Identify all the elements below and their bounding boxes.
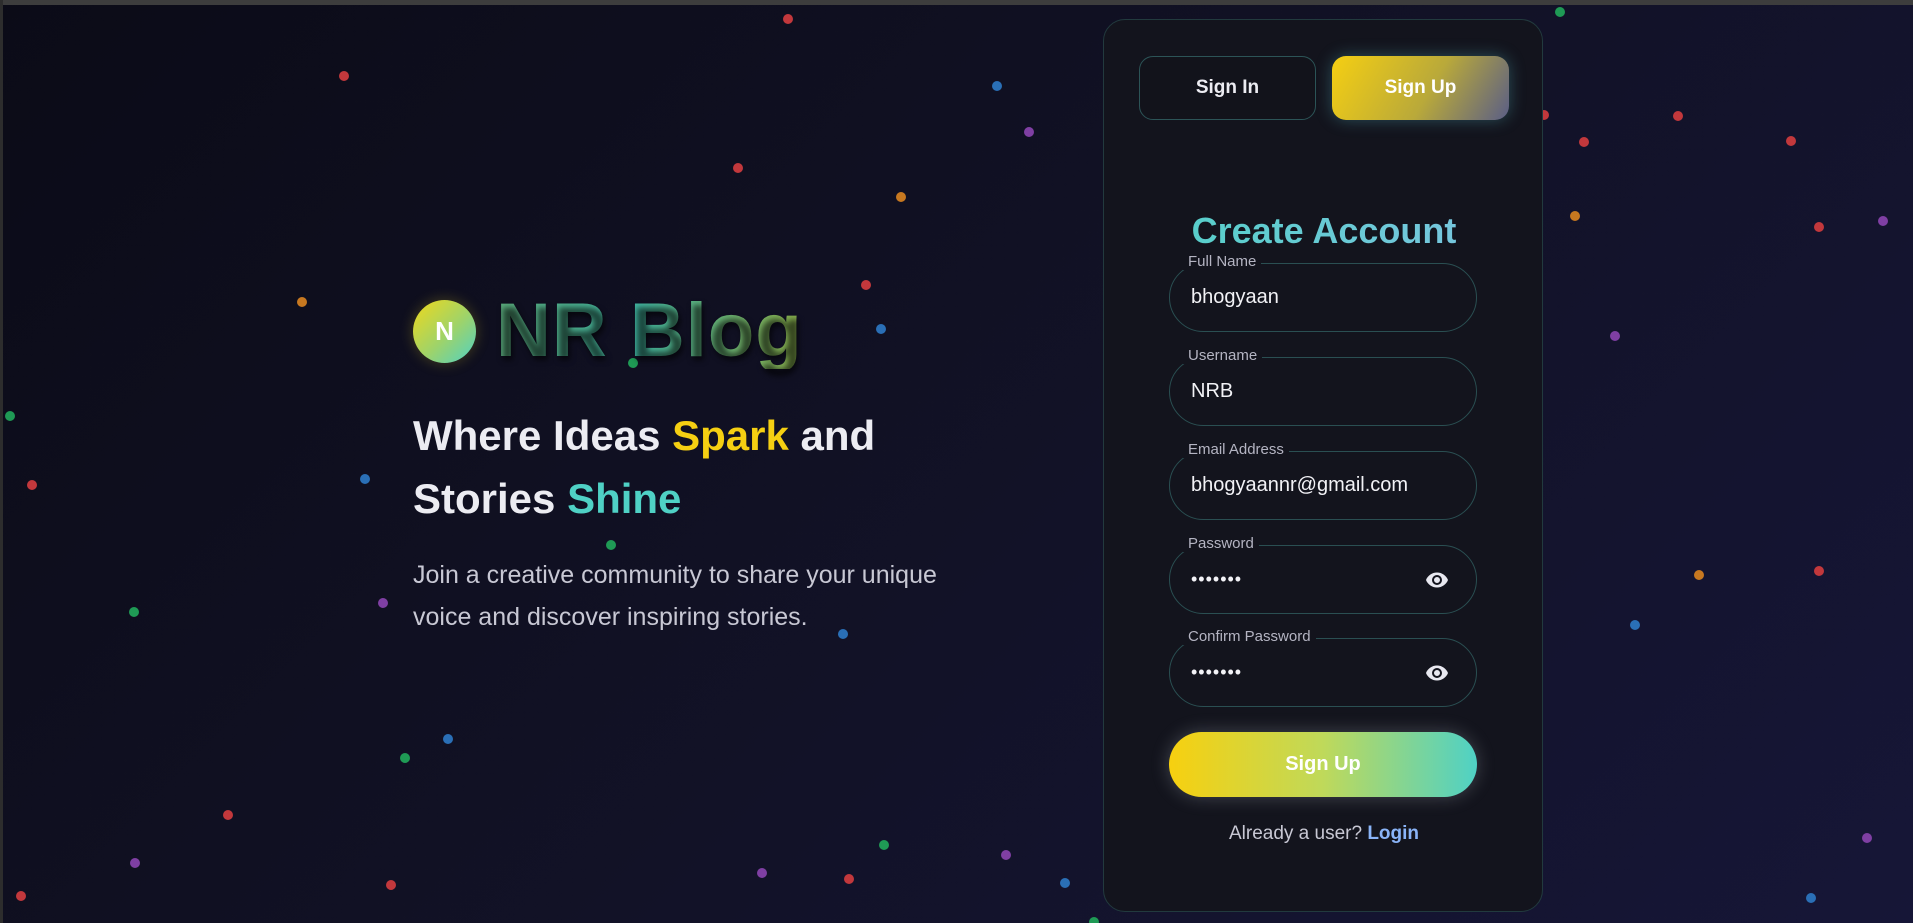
particle-dot bbox=[130, 858, 140, 868]
particle-dot bbox=[1878, 216, 1888, 226]
particle-dot bbox=[443, 734, 453, 744]
particle-dot bbox=[360, 474, 370, 484]
email-input[interactable] bbox=[1191, 452, 1431, 519]
particle-dot bbox=[1001, 850, 1011, 860]
particle-dot bbox=[378, 598, 388, 608]
auth-card: Sign In Sign Up Create Account Full Name… bbox=[1103, 19, 1543, 912]
particle-dot bbox=[1814, 222, 1824, 232]
email-field: Email Address bbox=[1169, 441, 1477, 520]
tab-sign-up[interactable]: Sign Up bbox=[1332, 56, 1509, 120]
particle-dot bbox=[1060, 878, 1070, 888]
login-link[interactable]: Login bbox=[1367, 823, 1419, 844]
particle-dot bbox=[1579, 137, 1589, 147]
confirm-password-field: Confirm Password bbox=[1169, 628, 1477, 707]
window-top-border bbox=[0, 0, 1913, 5]
full-name-field: Full Name bbox=[1169, 253, 1477, 332]
password-field: Password bbox=[1169, 535, 1477, 614]
particle-dot bbox=[1786, 136, 1796, 146]
particle-dot bbox=[400, 753, 410, 763]
headline-spark: Spark bbox=[672, 412, 789, 459]
window-left-border bbox=[0, 0, 3, 923]
form-title: Create Account bbox=[1104, 210, 1544, 252]
particle-dot bbox=[844, 874, 854, 884]
particle-dot bbox=[783, 14, 793, 24]
brand-logo-letter: N bbox=[435, 315, 454, 346]
particle-dot bbox=[861, 280, 871, 290]
particle-dot bbox=[27, 480, 37, 490]
particle-dot bbox=[896, 192, 906, 202]
particle-dot bbox=[1570, 211, 1580, 221]
particle-dot bbox=[1694, 570, 1704, 580]
headline-shine: Shine bbox=[567, 475, 682, 522]
tab-sign-in[interactable]: Sign In bbox=[1139, 56, 1316, 120]
particle-dot bbox=[1555, 7, 1565, 17]
particle-dot bbox=[1089, 917, 1099, 923]
password-input[interactable] bbox=[1191, 546, 1431, 613]
sign-up-button[interactable]: Sign Up bbox=[1169, 732, 1477, 797]
particle-dot bbox=[16, 891, 26, 901]
particle-dot bbox=[1806, 893, 1816, 903]
particle-dot bbox=[733, 163, 743, 173]
particle-dot bbox=[1862, 833, 1872, 843]
particle-dot bbox=[1673, 111, 1683, 121]
particle-dot bbox=[223, 810, 233, 820]
particle-dot bbox=[386, 880, 396, 890]
full-name-input[interactable] bbox=[1191, 264, 1431, 331]
hero-subtext: Join a creative community to share your … bbox=[413, 561, 937, 631]
particle-dot bbox=[1024, 127, 1034, 137]
particle-dot bbox=[1814, 566, 1824, 576]
brand-logo: N bbox=[413, 299, 476, 363]
headline-text: Stories bbox=[413, 475, 568, 522]
headline-text: and bbox=[788, 412, 876, 459]
particle-dot bbox=[1630, 620, 1640, 630]
username-input[interactable] bbox=[1191, 358, 1431, 425]
username-field: Username bbox=[1169, 347, 1477, 426]
headline-text: Where Ideas bbox=[413, 412, 673, 459]
particle-dot bbox=[879, 840, 889, 850]
eye-icon[interactable] bbox=[1422, 568, 1452, 592]
hero-section: N NR Blog Where Ideas Spark and Stories … bbox=[413, 288, 1013, 638]
brand: N NR Blog bbox=[413, 288, 1013, 373]
hero-headline: Where Ideas Spark and Stories Shine bbox=[413, 404, 1013, 530]
brand-name: NR Blog bbox=[496, 288, 803, 373]
login-prompt-text: Already a user? bbox=[1228, 823, 1368, 844]
eye-icon[interactable] bbox=[1422, 661, 1452, 685]
particle-dot bbox=[5, 411, 15, 421]
particle-dot bbox=[757, 868, 767, 878]
login-prompt: Already a user? Login bbox=[1104, 823, 1544, 845]
particle-dot bbox=[992, 81, 1002, 91]
auth-tabs: Sign In Sign Up bbox=[1139, 56, 1509, 121]
particle-dot bbox=[339, 71, 349, 81]
particle-dot bbox=[297, 297, 307, 307]
confirm-password-input[interactable] bbox=[1191, 639, 1431, 706]
particle-dot bbox=[1610, 331, 1620, 341]
particle-dot bbox=[129, 607, 139, 617]
